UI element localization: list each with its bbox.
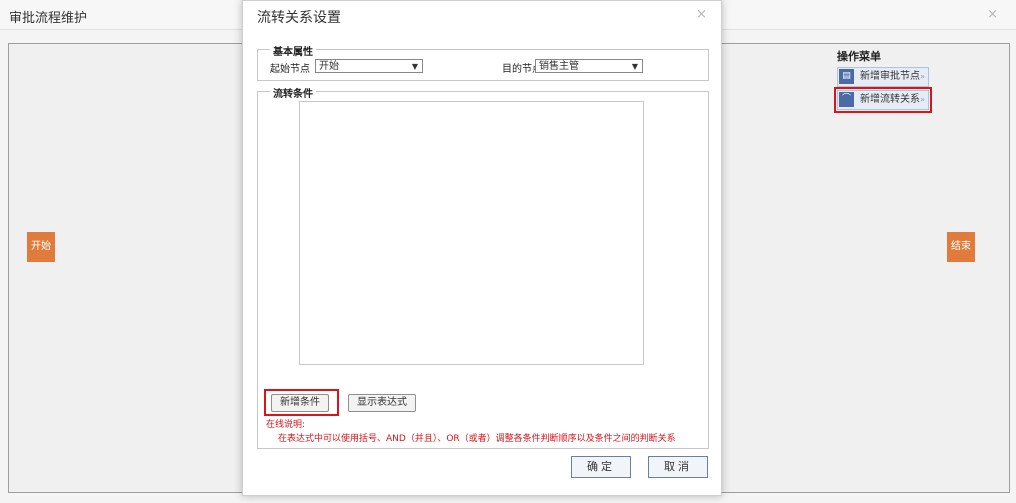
transition-settings-dialog: 流转关系设置 × 基本属性 起始节点 开始 ▼ 目的节点 销售主管 ▼ 流转条件… bbox=[242, 0, 722, 496]
window-close-icon[interactable]: × bbox=[987, 7, 998, 22]
transition-conditions-legend: 流转条件 bbox=[270, 85, 316, 100]
dropdown-arrow-icon: ▼ bbox=[411, 62, 418, 71]
add-transition-label: 新增流转关系 bbox=[860, 94, 920, 105]
chevron-right-icon: » bbox=[920, 72, 925, 81]
show-expression-button[interactable]: 显示表达式 bbox=[348, 394, 416, 412]
conditions-list[interactable] bbox=[299, 101, 644, 365]
operation-menu-title: 操作菜单 bbox=[837, 50, 881, 63]
dialog-close-icon[interactable]: × bbox=[696, 7, 707, 22]
link-icon: ⌒ bbox=[839, 92, 854, 107]
add-transition-button[interactable]: ⌒ 新增流转关系 » bbox=[834, 87, 932, 113]
target-node-value: 销售主管 bbox=[539, 61, 579, 72]
transition-conditions-group: 流转条件 新增条件 显示表达式 在线说明: 在表达式中可以使用括号、AND（并且… bbox=[257, 85, 709, 449]
start-node-select[interactable]: 开始 ▼ bbox=[315, 59, 423, 73]
basic-properties-group: 基本属性 起始节点 开始 ▼ 目的节点 销售主管 ▼ bbox=[257, 43, 709, 81]
start-node-value: 开始 bbox=[319, 61, 339, 72]
confirm-button[interactable]: 确定 bbox=[571, 456, 631, 478]
target-node-select[interactable]: 销售主管 ▼ bbox=[535, 59, 643, 73]
window-title: 审批流程维护 bbox=[9, 11, 88, 26]
add-approval-node-label: 新增审批节点 bbox=[860, 71, 920, 82]
chevron-right-icon: » bbox=[920, 95, 925, 104]
end-node[interactable]: 结束 bbox=[947, 232, 975, 262]
online-help-title: 在线说明: bbox=[266, 420, 306, 430]
basic-properties-legend: 基本属性 bbox=[270, 43, 316, 58]
add-node-icon: ▤ bbox=[839, 69, 854, 84]
online-help-text: 在表达式中可以使用括号、AND（并且）、OR（或者）调整各条件判断顺序以及条件之… bbox=[278, 434, 676, 444]
operation-menu: 操作菜单 ▤ 新增审批节点 » ⌒ 新增流转关系 » bbox=[834, 48, 937, 113]
dropdown-arrow-icon: ▼ bbox=[631, 62, 638, 71]
start-node[interactable]: 开始 bbox=[27, 232, 55, 262]
dialog-title: 流转关系设置 bbox=[257, 10, 341, 26]
add-condition-button[interactable]: 新增条件 bbox=[271, 394, 329, 412]
add-approval-node-button[interactable]: ▤ 新增审批节点 » bbox=[837, 67, 929, 87]
start-node-label: 起始节点 bbox=[270, 64, 310, 75]
cancel-button[interactable]: 取消 bbox=[648, 456, 708, 478]
